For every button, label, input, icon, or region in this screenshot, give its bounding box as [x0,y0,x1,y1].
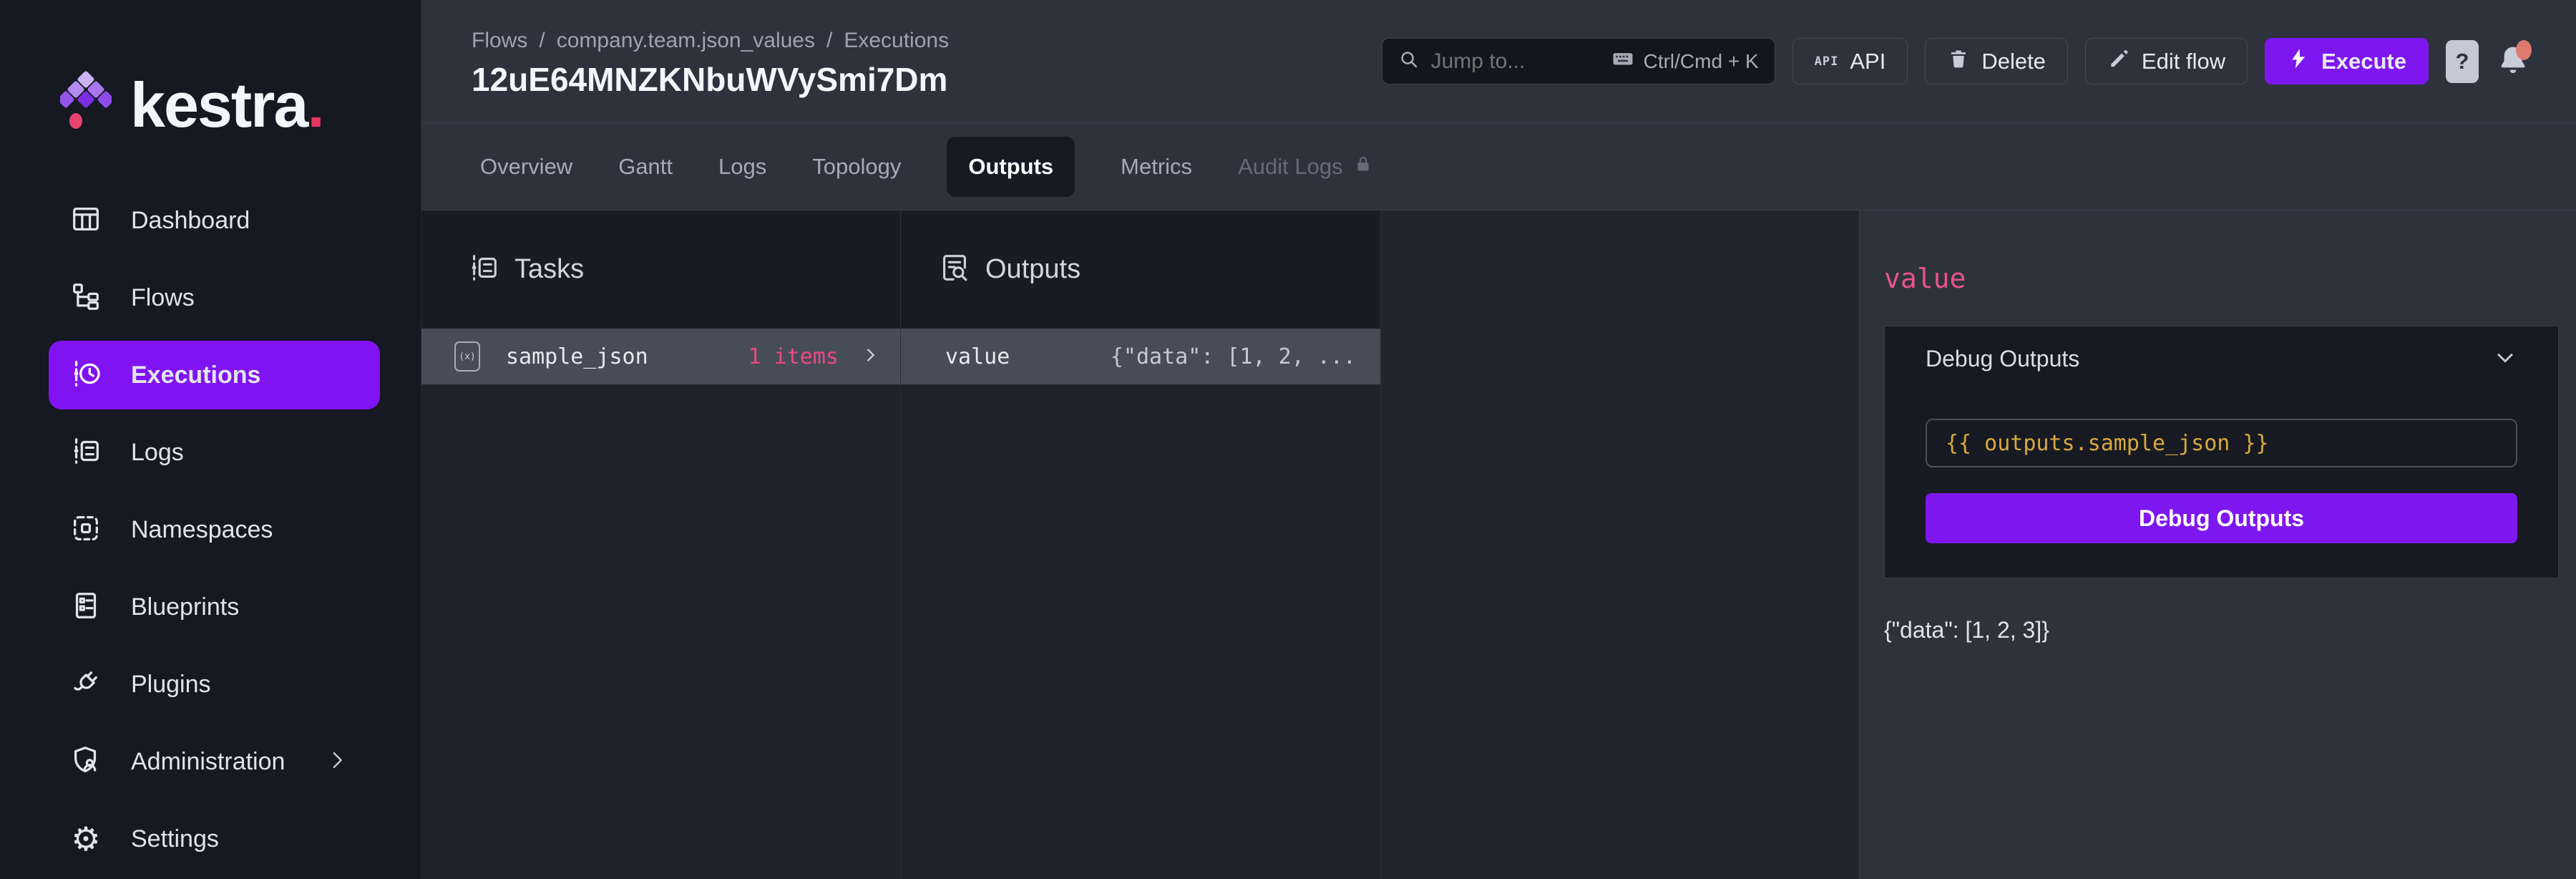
execute-button[interactable]: Execute [2265,38,2429,84]
logs-icon [69,434,102,471]
breadcrumb: Flows / company.team.json_values / Execu… [472,29,949,53]
debug-outputs-button[interactable]: Debug Outputs [1926,493,2517,543]
sidebar-item-settings[interactable]: ⚙ Settings [0,800,421,878]
plug-icon [69,666,102,703]
shortcut-hint: Ctrl/Cmd + K [1611,47,1759,76]
task-name: sample_json [506,344,648,369]
task-items-count: 1 items [748,344,839,369]
executions-clock-icon [69,357,102,394]
sidebar: kestra. Dashboard Flows Executions Log [0,0,421,879]
sidebar-item-executions[interactable]: Executions [49,341,380,409]
tasks-list-icon [467,251,500,288]
gear-icon: ⚙ [69,822,102,855]
sidebar-item-dashboard[interactable]: Dashboard [0,182,421,259]
shield-user-icon [69,744,102,780]
outputs-panel-header: Outputs [901,210,1380,329]
execution-id-title: 12uE64MNZKNbuWVySmi7Dm [472,60,949,99]
pencil-icon [2107,47,2130,76]
outputs-panel-title: Outputs [985,254,1080,285]
bolt-icon [2287,47,2310,76]
output-detail-panel: value Debug Outputs Debug Outputs {"data… [1859,210,2576,879]
sidebar-item-blueprints[interactable]: Blueprints [0,568,421,646]
tab-gantt[interactable]: Gantt [618,154,673,180]
breadcrumb-separator: / [539,29,545,53]
sidebar-nav: Dashboard Flows Executions Logs Namespac [0,182,421,878]
output-preview: {"data": [1, 2, ... [1111,344,1356,369]
breadcrumb-separator: / [826,29,832,53]
code-chip-icon: (x) [454,341,480,371]
dashboard-icon [69,203,102,239]
output-key: value [945,344,1010,369]
tab-topology[interactable]: Topology [812,154,901,180]
next-level-column [1381,210,1859,879]
question-icon: ? [2456,49,2469,74]
debug-result-text: {"data": [1, 2, 3]} [1884,617,2559,644]
notification-dot [2516,40,2532,60]
outputs-column: Outputs value {"data": [1, 2, ... [901,210,1381,879]
execution-tabs: Overview Gantt Logs Topology Outputs Met… [421,123,2576,210]
notifications-button[interactable] [2496,43,2530,80]
tab-audit-logs[interactable]: Audit Logs [1238,154,1373,180]
blueprints-icon [69,589,102,626]
help-button[interactable]: ? [2446,40,2479,83]
task-row-sample-json[interactable]: (x) sample_json 1 items [421,329,900,384]
breadcrumb-namespace[interactable]: company.team.json_values [557,29,815,53]
logo-wordmark: kestra. [130,69,323,142]
search-icon [1398,49,1420,74]
search-input[interactable] [1431,49,1599,74]
namespaces-icon [69,512,102,548]
edit-flow-button[interactable]: Edit flow [2085,38,2248,84]
sidebar-item-flows[interactable]: Flows [0,259,421,336]
flows-icon [69,280,102,316]
tab-logs[interactable]: Logs [718,154,766,180]
trash-icon [1947,47,1970,76]
debug-outputs-collapse-toggle[interactable]: Debug Outputs [1926,345,2517,373]
kestra-logo-icon [60,69,112,142]
tab-metrics[interactable]: Metrics [1121,154,1192,180]
chevron-right-icon [325,748,349,776]
expression-input[interactable] [1926,419,2517,467]
tasks-panel-header: Tasks [421,210,900,329]
debug-outputs-title: Debug Outputs [1926,346,2079,372]
page-header: Flows / company.team.json_values / Execu… [421,0,2576,123]
api-button[interactable]: API API [1792,38,1908,84]
sidebar-item-logs[interactable]: Logs [0,414,421,491]
breadcrumb-flows[interactable]: Flows [472,29,527,53]
delete-button[interactable]: Delete [1925,38,2068,84]
output-row-value[interactable]: value {"data": [1, 2, ... [901,329,1380,384]
sidebar-item-plugins[interactable]: Plugins [0,646,421,723]
tasks-column: Tasks (x) sample_json 1 items [421,210,901,879]
tab-overview[interactable]: Overview [480,154,572,180]
jump-to-search[interactable]: Ctrl/Cmd + K [1382,38,1775,84]
api-icon: API [1815,54,1839,69]
bell-icon [2496,68,2530,80]
outputs-doc-search-icon [938,251,971,288]
sidebar-item-namespaces[interactable]: Namespaces [0,491,421,568]
chevron-down-icon [2493,345,2517,373]
breadcrumb-executions[interactable]: Executions [844,29,949,53]
keyboard-icon [1611,47,1635,76]
kestra-logo[interactable]: kestra. [0,0,421,142]
debug-outputs-card: Debug Outputs Debug Outputs [1884,326,2559,578]
chevron-right-icon [860,345,880,369]
tab-outputs[interactable]: Outputs [947,137,1075,197]
selected-output-key: value [1884,263,2559,294]
tasks-panel-title: Tasks [514,254,584,285]
lock-icon [1353,154,1373,180]
sidebar-item-administration[interactable]: Administration [0,723,421,800]
